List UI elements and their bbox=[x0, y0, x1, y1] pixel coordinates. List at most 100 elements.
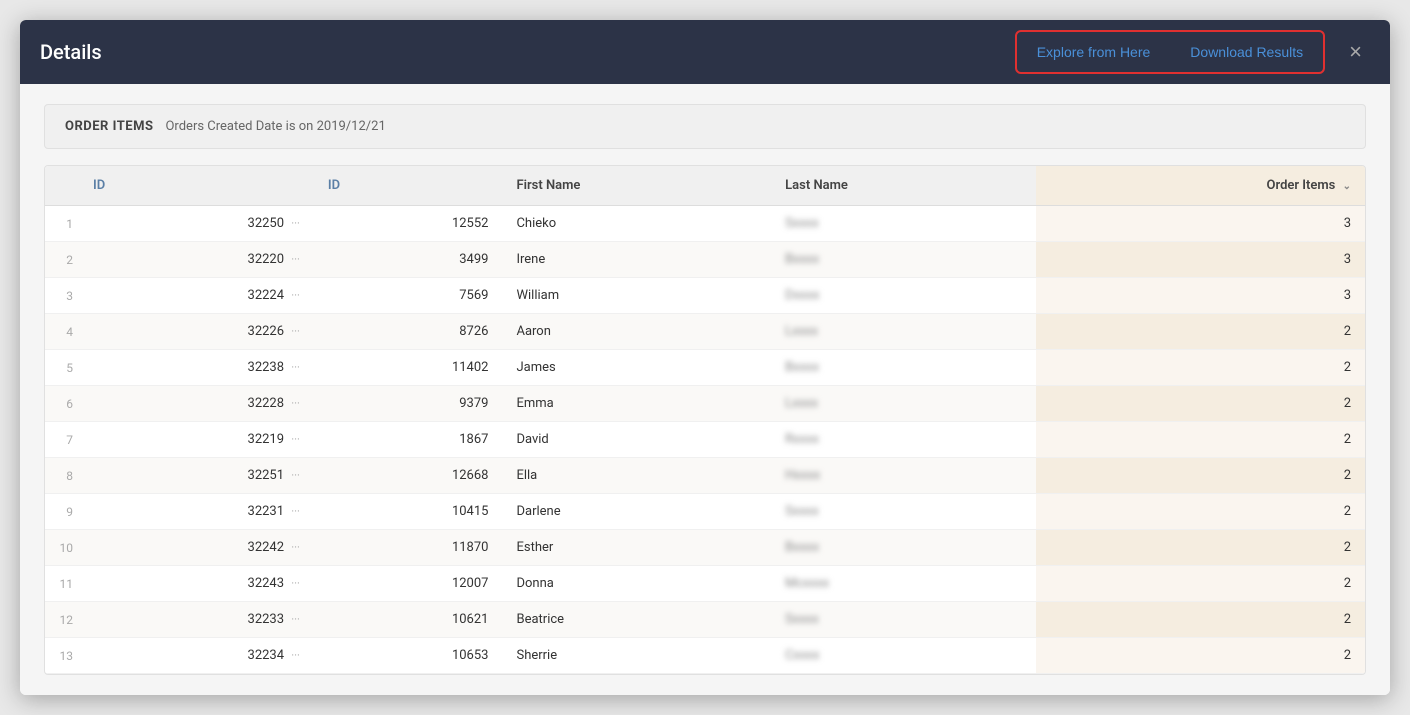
cell-id1: 32231 ··· bbox=[79, 494, 314, 530]
ellipsis-icon[interactable]: ··· bbox=[291, 469, 300, 482]
blurred-lastname: Rxxxx bbox=[785, 432, 819, 447]
cell-lastname: Mcxxxx bbox=[771, 566, 1036, 602]
blurred-lastname: Lxxxx bbox=[785, 396, 818, 411]
details-modal: Details Explore from Here Download Resul… bbox=[20, 20, 1390, 695]
table-row: 232220 ···3499IreneBxxxx3 bbox=[45, 242, 1365, 278]
cell-id2: 7569 bbox=[314, 278, 503, 314]
cell-firstname: Donna bbox=[502, 566, 771, 602]
cell-id2: 12668 bbox=[314, 458, 503, 494]
cell-rownum: 4 bbox=[45, 314, 79, 350]
table-row: 1332234 ···10653SherrieCxxxx2 bbox=[45, 638, 1365, 674]
blurred-lastname: Sxxxx bbox=[785, 216, 819, 231]
ellipsis-icon[interactable]: ··· bbox=[291, 433, 300, 446]
cell-id2: 9379 bbox=[314, 386, 503, 422]
table-row: 1232233 ···10621BeatriceSxxxx2 bbox=[45, 602, 1365, 638]
explore-from-here-button[interactable]: Explore from Here bbox=[1021, 36, 1167, 68]
cell-orderitems: 2 bbox=[1036, 530, 1365, 566]
cell-id2: 12552 bbox=[314, 206, 503, 242]
cell-lastname: Cxxxx bbox=[771, 638, 1036, 674]
cell-lastname: Lxxxx bbox=[771, 314, 1036, 350]
cell-orderitems: 2 bbox=[1036, 602, 1365, 638]
blurred-lastname: Cxxxx bbox=[785, 648, 819, 663]
cell-rownum: 10 bbox=[45, 530, 79, 566]
cell-rownum: 2 bbox=[45, 242, 79, 278]
cell-lastname: Sxxxx bbox=[771, 602, 1036, 638]
cell-id1: 32242 ··· bbox=[79, 530, 314, 566]
cell-orderitems: 2 bbox=[1036, 566, 1365, 602]
table-header-row: ID ID First Name Last Name Order Items ⌄ bbox=[45, 166, 1365, 206]
cell-orderitems: 2 bbox=[1036, 422, 1365, 458]
cell-id1: 32233 ··· bbox=[79, 602, 314, 638]
blurred-lastname: Lxxxx bbox=[785, 324, 818, 339]
ellipsis-icon[interactable]: ··· bbox=[291, 577, 300, 590]
ellipsis-icon[interactable]: ··· bbox=[291, 361, 300, 374]
cell-firstname: Aaron bbox=[502, 314, 771, 350]
modal-title: Details bbox=[40, 40, 102, 64]
cell-id1: 32226 ··· bbox=[79, 314, 314, 350]
cell-orderitems: 2 bbox=[1036, 638, 1365, 674]
ellipsis-icon[interactable]: ··· bbox=[291, 613, 300, 626]
download-results-button[interactable]: Download Results bbox=[1174, 36, 1319, 68]
cell-firstname: James bbox=[502, 350, 771, 386]
ellipsis-icon[interactable]: ··· bbox=[291, 649, 300, 662]
cell-rownum: 5 bbox=[45, 350, 79, 386]
col-header-rownum bbox=[45, 166, 79, 206]
ellipsis-icon[interactable]: ··· bbox=[291, 397, 300, 410]
ellipsis-icon[interactable]: ··· bbox=[291, 217, 300, 230]
blurred-lastname: Dxxxx bbox=[785, 288, 819, 303]
close-button[interactable]: × bbox=[1341, 35, 1370, 69]
cell-orderitems: 3 bbox=[1036, 278, 1365, 314]
cell-orderitems: 2 bbox=[1036, 314, 1365, 350]
cell-id1: 32250 ··· bbox=[79, 206, 314, 242]
ellipsis-icon[interactable]: ··· bbox=[291, 253, 300, 266]
cell-firstname: Darlene bbox=[502, 494, 771, 530]
cell-rownum: 13 bbox=[45, 638, 79, 674]
col-header-orderitems[interactable]: Order Items ⌄ bbox=[1036, 166, 1365, 206]
data-table-container: ID ID First Name Last Name Order Items ⌄… bbox=[44, 165, 1366, 675]
cell-rownum: 3 bbox=[45, 278, 79, 314]
cell-id2: 10621 bbox=[314, 602, 503, 638]
cell-orderitems: 2 bbox=[1036, 458, 1365, 494]
cell-firstname: Ella bbox=[502, 458, 771, 494]
cell-lastname: Sxxxx bbox=[771, 206, 1036, 242]
cell-lastname: Hxxxx bbox=[771, 458, 1036, 494]
col-header-id1: ID bbox=[79, 166, 314, 206]
table-row: 932231 ···10415DarleneSxxxx2 bbox=[45, 494, 1365, 530]
cell-firstname: Esther bbox=[502, 530, 771, 566]
cell-orderitems: 3 bbox=[1036, 206, 1365, 242]
table-row: 532238 ···11402JamesBxxxx2 bbox=[45, 350, 1365, 386]
blurred-lastname: Sxxxx bbox=[785, 612, 819, 627]
cell-id1: 32220 ··· bbox=[79, 242, 314, 278]
ellipsis-icon[interactable]: ··· bbox=[291, 541, 300, 554]
ellipsis-icon[interactable]: ··· bbox=[291, 505, 300, 518]
cell-id2: 11870 bbox=[314, 530, 503, 566]
cell-lastname: Rxxxx bbox=[771, 422, 1036, 458]
blurred-lastname: Bxxxx bbox=[785, 252, 819, 267]
cell-id2: 1867 bbox=[314, 422, 503, 458]
table-row: 432226 ···8726AaronLxxxx2 bbox=[45, 314, 1365, 350]
cell-rownum: 9 bbox=[45, 494, 79, 530]
cell-orderitems: 2 bbox=[1036, 494, 1365, 530]
cell-rownum: 7 bbox=[45, 422, 79, 458]
cell-orderitems: 2 bbox=[1036, 350, 1365, 386]
cell-orderitems: 2 bbox=[1036, 386, 1365, 422]
cell-id2: 10415 bbox=[314, 494, 503, 530]
section-header: ORDER ITEMS Orders Created Date is on 20… bbox=[44, 104, 1366, 149]
table-row: 1132243 ···12007DonnaMcxxxx2 bbox=[45, 566, 1365, 602]
cell-id2: 12007 bbox=[314, 566, 503, 602]
cell-firstname: Emma bbox=[502, 386, 771, 422]
ellipsis-icon[interactable]: ··· bbox=[291, 289, 300, 302]
section-filter: Orders Created Date is on 2019/12/21 bbox=[165, 119, 385, 134]
table-row: 1032242 ···11870Esther Bxxxx 2 bbox=[45, 530, 1365, 566]
col-header-id2: ID bbox=[314, 166, 503, 206]
blurred-lastname: Bxxxx bbox=[785, 360, 819, 375]
header-actions-group: Explore from Here Download Results bbox=[1015, 30, 1325, 74]
col-header-lastname: Last Name bbox=[771, 166, 1036, 206]
table-row: 332224 ···7569WilliamDxxxx3 bbox=[45, 278, 1365, 314]
table-row: 832251 ···12668EllaHxxxx2 bbox=[45, 458, 1365, 494]
sort-icon: ⌄ bbox=[1343, 181, 1351, 192]
cell-id1: 32243 ··· bbox=[79, 566, 314, 602]
blurred-lastname: Bxxxx bbox=[785, 540, 819, 555]
ellipsis-icon[interactable]: ··· bbox=[291, 325, 300, 338]
cell-id1: 32224 ··· bbox=[79, 278, 314, 314]
